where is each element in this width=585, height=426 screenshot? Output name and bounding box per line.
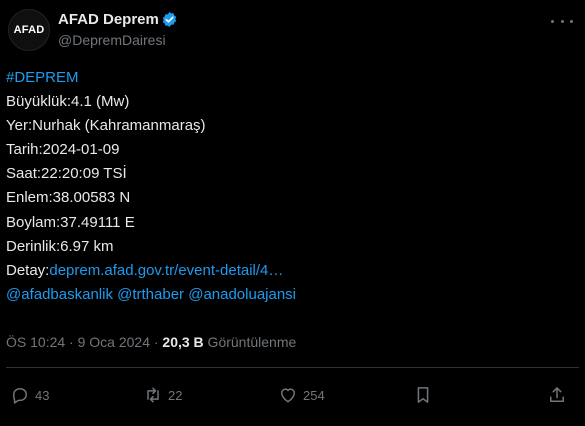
more-options-icon[interactable] — [551, 12, 573, 30]
afad-logo: AFAD — [13, 24, 45, 36]
tweet-text: #DEPREM Büyüklük:4.1 (Mw) Yer:Nurhak (Ka… — [6, 66, 296, 307]
hashtag-link[interactable]: #DEPREM — [6, 69, 79, 86]
location-line: Yer:Nurhak (Kahramanmaraş) — [6, 117, 206, 135]
mentions-links[interactable]: @afadbaskanlik @trthaber @anadoluajansi — [6, 286, 296, 303]
share-button[interactable] — [547, 385, 567, 405]
reply-count: 43 — [35, 387, 50, 403]
repost-icon — [147, 387, 159, 403]
verified-badge-icon — [162, 12, 177, 27]
heart-icon — [281, 388, 295, 403]
latitude-line: Enlem:38.00583 N — [6, 189, 131, 207]
detail-link[interactable]: deprem.afad.gov.tr/event-detail/4… — [49, 262, 283, 279]
detail-label: Detay: — [6, 261, 50, 279]
display-name[interactable]: AFAD Deprem — [58, 11, 159, 28]
tweet-meta: ÖS 10:24 · 9 Oca 2024 · 20,3 B Görüntüle… — [6, 334, 296, 350]
reply-icon — [13, 388, 27, 404]
repost-button[interactable]: 22 — [143, 385, 182, 405]
like-button[interactable]: 254 — [278, 385, 325, 405]
longitude-line: Boylam:37.49111 E — [6, 213, 135, 231]
reply-button[interactable]: 43 — [10, 385, 49, 405]
timestamp[interactable]: ÖS 10:24 · 9 Oca 2024 · — [6, 334, 162, 350]
time-line: Saat:22:20:09 TSİ — [6, 165, 127, 183]
views-label: Görüntülenme — [203, 334, 297, 350]
user-handle[interactable]: @DepremDairesi — [58, 32, 166, 48]
views-count: 20,3 B — [162, 334, 204, 350]
action-bar: 43 22 254 — [0, 380, 585, 410]
avatar[interactable]: AFAD — [8, 9, 50, 51]
like-count: 254 — [303, 387, 325, 403]
bookmark-icon — [417, 387, 429, 403]
share-icon — [550, 387, 564, 402]
repost-count: 22 — [168, 387, 183, 403]
date-line: Tarih:2024-01-09 — [6, 141, 120, 159]
depth-line: Derinlik:6.97 km — [6, 237, 114, 255]
divider — [6, 367, 579, 368]
bookmark-button[interactable] — [413, 385, 433, 405]
magnitude-line: Büyüklük:4.1 (Mw) — [6, 93, 130, 111]
